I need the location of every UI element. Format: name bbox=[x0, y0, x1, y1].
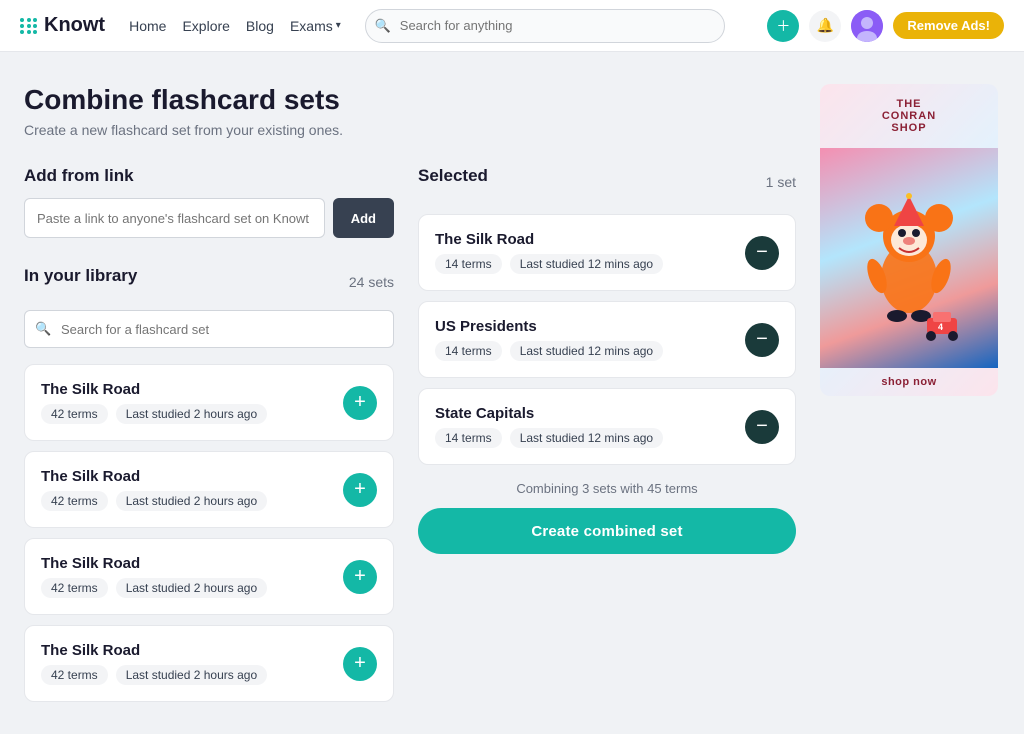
selected-card: The Silk Road 14 terms Last studied 12 m… bbox=[418, 214, 796, 291]
svg-text:4: 4 bbox=[938, 322, 943, 332]
card-info: The Silk Road 42 terms Last studied 2 ho… bbox=[41, 468, 343, 511]
main-content: Combine flashcard sets Create a new flas… bbox=[24, 84, 796, 702]
card-title: The Silk Road bbox=[435, 231, 745, 248]
ad-brand: THE CONRAN SHOP bbox=[830, 98, 988, 134]
logo[interactable]: Knowt bbox=[20, 14, 105, 37]
selected-count: 1 set bbox=[766, 174, 796, 190]
card-info: The Silk Road 42 terms Last studied 2 ho… bbox=[41, 381, 343, 424]
library-card[interactable]: The Silk Road 42 terms Last studied 2 ho… bbox=[24, 364, 394, 441]
page-subtitle: Create a new flashcard set from your exi… bbox=[24, 122, 796, 138]
card-title: The Silk Road bbox=[41, 642, 343, 659]
add-link-button[interactable]: Add bbox=[333, 198, 394, 238]
search-icon: 🔍 bbox=[375, 18, 391, 34]
card-meta: 14 terms Last studied 12 mins ago bbox=[435, 428, 745, 448]
last-studied-badge: Last studied 12 mins ago bbox=[510, 341, 663, 361]
terms-badge: 42 terms bbox=[41, 491, 108, 511]
card-info: The Silk Road 42 terms Last studied 2 ho… bbox=[41, 555, 343, 598]
terms-badge: 14 terms bbox=[435, 254, 502, 274]
left-column: Add from link Add In your library 24 set… bbox=[24, 166, 394, 702]
library-search-wrap: 🔍 bbox=[24, 310, 394, 348]
card-meta: 42 terms Last studied 2 hours ago bbox=[41, 665, 343, 685]
nav-exams[interactable]: Exams bbox=[290, 18, 341, 34]
card-title: US Presidents bbox=[435, 318, 745, 335]
ad-shop-now: shop now bbox=[820, 368, 998, 396]
terms-badge: 42 terms bbox=[41, 665, 108, 685]
avatar-button[interactable] bbox=[851, 10, 883, 42]
last-studied-badge: Last studied 2 hours ago bbox=[116, 665, 267, 685]
ad-box[interactable]: THE CONRAN SHOP bbox=[820, 84, 998, 396]
ad-panel: THE CONRAN SHOP bbox=[820, 84, 1000, 702]
add-link-input[interactable] bbox=[24, 198, 325, 238]
nav-blog[interactable]: Blog bbox=[246, 18, 274, 34]
selected-title: Selected bbox=[418, 166, 488, 186]
ad-character-svg: 4 bbox=[849, 168, 969, 348]
library-search-input[interactable] bbox=[24, 310, 394, 348]
terms-badge: 14 terms bbox=[435, 428, 502, 448]
create-combined-set-button[interactable]: Create combined set bbox=[418, 508, 796, 554]
terms-badge: 42 terms bbox=[41, 404, 108, 424]
card-meta: 14 terms Last studied 12 mins ago bbox=[435, 341, 745, 361]
library-card[interactable]: The Silk Road 42 terms Last studied 2 ho… bbox=[24, 451, 394, 528]
remove-selected-button[interactable]: − bbox=[745, 323, 779, 357]
card-info: US Presidents 14 terms Last studied 12 m… bbox=[435, 318, 745, 361]
last-studied-badge: Last studied 2 hours ago bbox=[116, 491, 267, 511]
combine-info: Combining 3 sets with 45 terms bbox=[418, 481, 796, 496]
nav-links: Home Explore Blog Exams bbox=[129, 18, 341, 34]
last-studied-badge: Last studied 12 mins ago bbox=[510, 428, 663, 448]
page-wrapper: Combine flashcard sets Create a new flas… bbox=[0, 52, 1024, 734]
library-title: In your library bbox=[24, 266, 137, 286]
selected-header: Selected 1 set bbox=[418, 166, 796, 198]
card-meta: 42 terms Last studied 2 hours ago bbox=[41, 491, 343, 511]
card-title: The Silk Road bbox=[41, 468, 343, 485]
nav-explore[interactable]: Explore bbox=[182, 18, 229, 34]
library-cards: The Silk Road 42 terms Last studied 2 ho… bbox=[24, 364, 394, 702]
add-button[interactable]: ＋ bbox=[767, 10, 799, 42]
bell-button[interactable]: 🔔 bbox=[809, 10, 841, 42]
card-info: The Silk Road 42 terms Last studied 2 ho… bbox=[41, 642, 343, 685]
nav-home[interactable]: Home bbox=[129, 18, 166, 34]
two-col-layout: Add from link Add In your library 24 set… bbox=[24, 166, 796, 702]
card-meta: 14 terms Last studied 12 mins ago bbox=[435, 254, 745, 274]
ad-visual: 4 bbox=[820, 148, 998, 368]
card-title: The Silk Road bbox=[41, 381, 343, 398]
card-info: The Silk Road 14 terms Last studied 12 m… bbox=[435, 231, 745, 274]
library-header: In your library 24 sets bbox=[24, 266, 394, 298]
right-column: Selected 1 set The Silk Road 14 terms La… bbox=[418, 166, 796, 702]
add-link-row: Add bbox=[24, 198, 394, 238]
remove-selected-button[interactable]: − bbox=[745, 410, 779, 444]
add-to-selected-button[interactable]: + bbox=[343, 473, 377, 507]
add-from-link-title: Add from link bbox=[24, 166, 394, 186]
selected-cards: The Silk Road 14 terms Last studied 12 m… bbox=[418, 214, 796, 465]
selected-card: State Capitals 14 terms Last studied 12 … bbox=[418, 388, 796, 465]
add-to-selected-button[interactable]: + bbox=[343, 647, 377, 681]
page-title: Combine flashcard sets bbox=[24, 84, 796, 116]
card-meta: 42 terms Last studied 2 hours ago bbox=[41, 578, 343, 598]
ad-inner: THE CONRAN SHOP bbox=[820, 84, 998, 148]
selected-card: US Presidents 14 terms Last studied 12 m… bbox=[418, 301, 796, 378]
library-search-icon: 🔍 bbox=[35, 321, 51, 337]
card-info: State Capitals 14 terms Last studied 12 … bbox=[435, 405, 745, 448]
remove-ads-button[interactable]: Remove Ads! bbox=[893, 12, 1004, 39]
card-title: State Capitals bbox=[435, 405, 745, 422]
navbar: Knowt Home Explore Blog Exams 🔍 ＋ 🔔 Remo… bbox=[0, 0, 1024, 52]
card-title: The Silk Road bbox=[41, 555, 343, 572]
last-studied-badge: Last studied 2 hours ago bbox=[116, 578, 267, 598]
nav-right: ＋ 🔔 Remove Ads! bbox=[767, 10, 1004, 42]
library-card[interactable]: The Silk Road 42 terms Last studied 2 ho… bbox=[24, 625, 394, 702]
terms-badge: 14 terms bbox=[435, 341, 502, 361]
card-meta: 42 terms Last studied 2 hours ago bbox=[41, 404, 343, 424]
last-studied-badge: Last studied 12 mins ago bbox=[510, 254, 663, 274]
add-to-selected-button[interactable]: + bbox=[343, 386, 377, 420]
library-count: 24 sets bbox=[349, 274, 394, 290]
add-to-selected-button[interactable]: + bbox=[343, 560, 377, 594]
library-card[interactable]: The Silk Road 42 terms Last studied 2 ho… bbox=[24, 538, 394, 615]
nav-search-wrap: 🔍 bbox=[365, 9, 725, 43]
last-studied-badge: Last studied 2 hours ago bbox=[116, 404, 267, 424]
remove-selected-button[interactable]: − bbox=[745, 236, 779, 270]
search-input[interactable] bbox=[365, 9, 725, 43]
logo-icon bbox=[20, 18, 38, 34]
terms-badge: 42 terms bbox=[41, 578, 108, 598]
